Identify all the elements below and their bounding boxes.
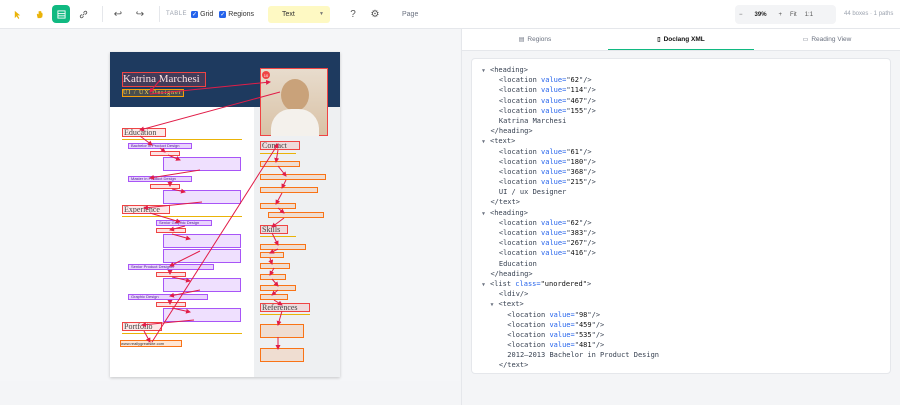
xml-line: </text>	[498, 361, 529, 370]
tab-doclang-xml[interactable]: ▯ Doclang XML	[608, 29, 754, 50]
collapse-triangle-icon[interactable]: ▼	[482, 137, 490, 147]
tab-label: Reading View	[811, 36, 852, 43]
photo-badge-text: 10	[264, 73, 269, 78]
xml-line[interactable]: ▼ <heading>	[482, 65, 659, 75]
label-type-select[interactable]: Text ▼	[267, 5, 330, 23]
label-type-value: Text	[281, 10, 295, 18]
xml-line: <location value="368"/>	[498, 167, 596, 176]
xml-line[interactable]: ▼ <text>	[482, 299, 659, 309]
xml-line: </text>	[490, 198, 520, 207]
reading-icon: ▭	[802, 37, 809, 43]
page-button[interactable]: Page	[402, 11, 418, 18]
chevron-down-icon: ▼	[319, 11, 324, 17]
xml-line: <location value="114"/>	[498, 86, 596, 95]
xml-line[interactable]: ▼ <heading>	[482, 208, 659, 218]
view-tabs: ▤ Regions ▯ Doclang XML ▭ Reading View	[462, 29, 900, 51]
xml-line: <ldiv/>	[498, 290, 529, 299]
xml-line: <location value="416"/>	[498, 249, 596, 258]
xml-line: <location value="383"/>	[498, 229, 596, 237]
pane-divider[interactable]	[461, 29, 462, 405]
regions-checkbox[interactable]: ✓ Regions	[219, 10, 254, 18]
xml-line: <location value="535"/>	[507, 330, 605, 339]
regions-icon: ▤	[518, 37, 525, 43]
undo-icon[interactable]: ↩	[109, 5, 127, 23]
zoom-in-button[interactable]: +	[775, 12, 787, 18]
tab-label: Regions	[527, 36, 552, 43]
xml-line: <location value="62"/>	[498, 218, 592, 227]
zoom-controls: − 39% + Fit 1:1	[735, 5, 836, 24]
xml-line: <location value="481"/>	[507, 341, 605, 350]
xml-line: <location value="459"/>	[507, 320, 605, 329]
xml-line[interactable]: ▼ <list class="unordered">	[482, 279, 659, 289]
xml-line[interactable]: ▼ <text>	[482, 136, 659, 146]
xml-text-content: Education	[498, 259, 537, 268]
table-icon[interactable]	[52, 5, 70, 23]
gear-icon[interactable]: ⚙	[366, 5, 384, 23]
zoom-value: 39%	[754, 11, 767, 18]
cursor-icon[interactable]	[8, 5, 26, 23]
reading-order-arrows: 10	[139, 71, 287, 350]
regions-label: Regions	[228, 10, 254, 18]
link-icon[interactable]	[74, 5, 92, 23]
xml-panel[interactable]: ▼ <heading> <location value="62"/> <locat…	[471, 58, 891, 374]
tab-label: Doclang XML	[663, 35, 705, 43]
box-path-count: 44 boxes · 1 paths	[844, 11, 894, 17]
xml-line: <location value="61"/>	[498, 147, 592, 156]
checkbox-checked-icon: ✓	[219, 10, 227, 18]
zoom-out-button[interactable]: −	[735, 12, 747, 18]
actual-size-button[interactable]: 1:1	[801, 12, 817, 18]
redo-icon[interactable]: ↪	[131, 5, 149, 23]
checkbox-checked-icon: ✓	[191, 10, 199, 18]
xml-text-content: Katrina Marchesi	[498, 116, 567, 125]
xml-tree: ▼ <heading> <location value="62"/> <locat…	[482, 65, 659, 371]
help-icon[interactable]: ?	[344, 5, 362, 23]
toolbar-divider	[102, 6, 103, 22]
toolbar-divider	[159, 6, 160, 22]
xml-line: </heading>	[490, 269, 533, 278]
grid-checkbox[interactable]: ✓ Grid	[191, 10, 214, 18]
resume-page[interactable]: Katrina Marchesi UI / UX Designer Educat…	[110, 52, 340, 377]
xml-line: <location value="98"/>	[507, 310, 601, 319]
xml-line: <location value="267"/>	[498, 239, 596, 248]
xml-line: <location value="215"/>	[498, 178, 596, 187]
xml-line: <location value="155"/>	[498, 106, 596, 115]
document-icon: ▯	[657, 36, 661, 43]
grid-label: Grid	[200, 10, 214, 18]
fit-button[interactable]: Fit	[786, 12, 801, 18]
xml-text-content: 2012–2013 Bachelor in Product Design	[507, 351, 660, 360]
xml-line: <location value="180"/>	[498, 157, 596, 166]
tab-reading-view[interactable]: ▭ Reading View	[754, 29, 900, 50]
hand-icon[interactable]	[30, 5, 48, 23]
xml-line: </heading>	[490, 127, 533, 136]
table-label: TABLE	[166, 11, 188, 17]
xml-text-content: UI / ux Designer	[498, 188, 567, 197]
tab-regions[interactable]: ▤ Regions	[462, 29, 608, 50]
xml-line: <location value="467"/>	[498, 96, 596, 105]
xml-line: <location value="62"/>	[498, 76, 592, 85]
